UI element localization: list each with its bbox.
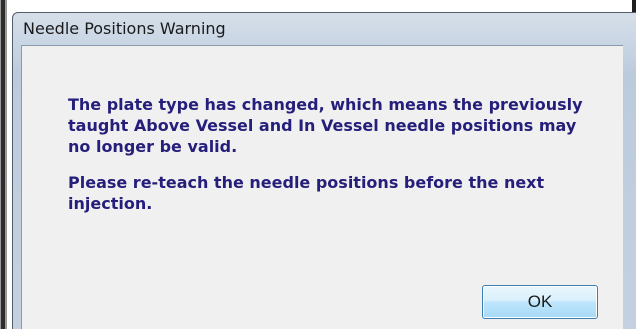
ok-button[interactable]: OK <box>482 285 598 319</box>
warning-message-paragraph-1: The plate type has changed, which means … <box>68 95 583 156</box>
dialog-title: Needle Positions Warning <box>23 19 226 38</box>
background-window-frame <box>1 0 5 329</box>
dialog-client-area: The plate type has changed, which means … <box>21 45 623 329</box>
background-window-edge <box>0 0 7 329</box>
warning-message-paragraph-2: Please re-teach the needle positions bef… <box>68 173 545 213</box>
warning-dialog: Needle Positions Warning The plate type … <box>12 12 636 329</box>
screen: Needle Positions Warning The plate type … <box>0 0 636 329</box>
